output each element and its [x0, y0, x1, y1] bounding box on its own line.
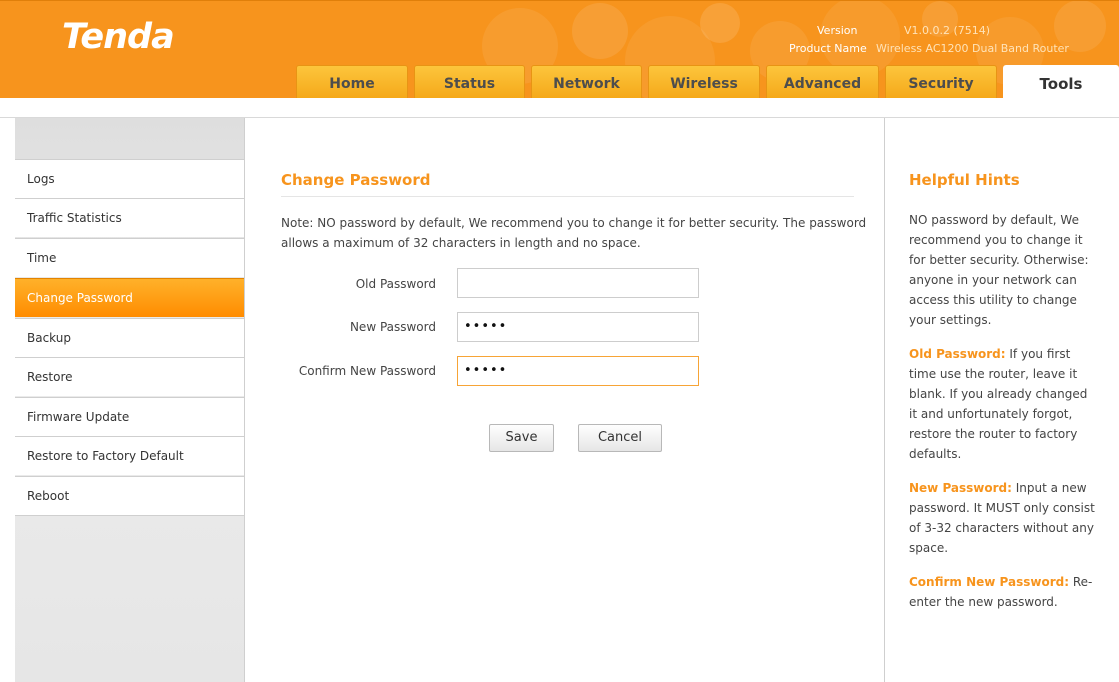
product-name-value: Wireless AC1200 Dual Band Router: [876, 42, 1069, 55]
sidebar-item-backup[interactable]: Backup: [15, 318, 244, 357]
tab-status[interactable]: Status: [414, 65, 525, 98]
confirm-password-label: Confirm New Password: [298, 364, 436, 378]
sidebar-divider: [15, 515, 244, 516]
cancel-button[interactable]: Cancel: [578, 424, 662, 452]
page-title: Change Password: [281, 171, 431, 189]
tab-home[interactable]: Home: [296, 65, 408, 98]
new-password-field[interactable]: •••••: [457, 312, 699, 342]
hint-intro: NO password by default, We recommend you…: [909, 213, 1089, 327]
tab-advanced[interactable]: Advanced: [766, 65, 879, 98]
tab-tools[interactable]: Tools: [1003, 65, 1119, 98]
helpful-hints-panel: Helpful Hints NO password by default, We…: [884, 118, 1119, 682]
header-banner: Tenda Version V1.0.0.2 (7514) Product Na…: [0, 0, 1119, 98]
hints-title: Helpful Hints: [909, 171, 1020, 189]
new-password-label: New Password: [349, 320, 436, 334]
tab-network[interactable]: Network: [531, 65, 642, 98]
old-password-field[interactable]: [457, 268, 699, 298]
tab-wireless[interactable]: Wireless: [648, 65, 760, 98]
confirm-password-field[interactable]: •••••: [457, 356, 699, 386]
tenda-logo: Tenda: [62, 17, 175, 57]
sidebar-item-time[interactable]: Time: [15, 238, 244, 277]
sidebar-item-restore[interactable]: Restore: [15, 357, 244, 396]
hint-new-password-key: New Password:: [909, 481, 1012, 495]
hint-confirm-password-key: Confirm New Password:: [909, 575, 1070, 589]
hint-old-password-key: Old Password:: [909, 347, 1006, 361]
title-divider: [281, 196, 854, 197]
tab-security[interactable]: Security: [885, 65, 997, 98]
main-divider: [244, 118, 245, 682]
hint-confirm-password: Confirm New Password: Re-enter the new p…: [909, 572, 1097, 612]
sidebar-item-logs[interactable]: Logs: [15, 159, 244, 198]
sidebar-menu: Logs Traffic Statistics Time Change Pass…: [15, 118, 245, 682]
version-label: Version: [817, 24, 858, 37]
product-name-label: Product Name: [789, 42, 867, 55]
old-password-label: Old Password: [355, 277, 436, 291]
main-content: Change Password Note: NO password by def…: [246, 118, 884, 682]
sidebar-item-firmware-update[interactable]: Firmware Update: [15, 397, 244, 436]
sidebar-item-reboot[interactable]: Reboot: [15, 476, 244, 515]
sidebar-item-traffic-statistics[interactable]: Traffic Statistics: [15, 198, 244, 237]
sidebar-item-change-password[interactable]: Change Password: [15, 278, 244, 317]
hint-new-password: New Password: Input a new password. It M…: [909, 478, 1097, 558]
hint-old-password: Old Password: If you first time use the …: [909, 344, 1097, 464]
save-button[interactable]: Save: [489, 424, 554, 452]
hint-old-password-text: If you first time use the router, leave …: [909, 347, 1088, 461]
hints-body: NO password by default, We recommend you…: [909, 210, 1097, 626]
password-note: Note: NO password by default, We recomme…: [281, 216, 867, 250]
sidebar-item-restore-factory-default[interactable]: Restore to Factory Default: [15, 436, 244, 475]
version-value: V1.0.0.2 (7514): [904, 24, 991, 37]
